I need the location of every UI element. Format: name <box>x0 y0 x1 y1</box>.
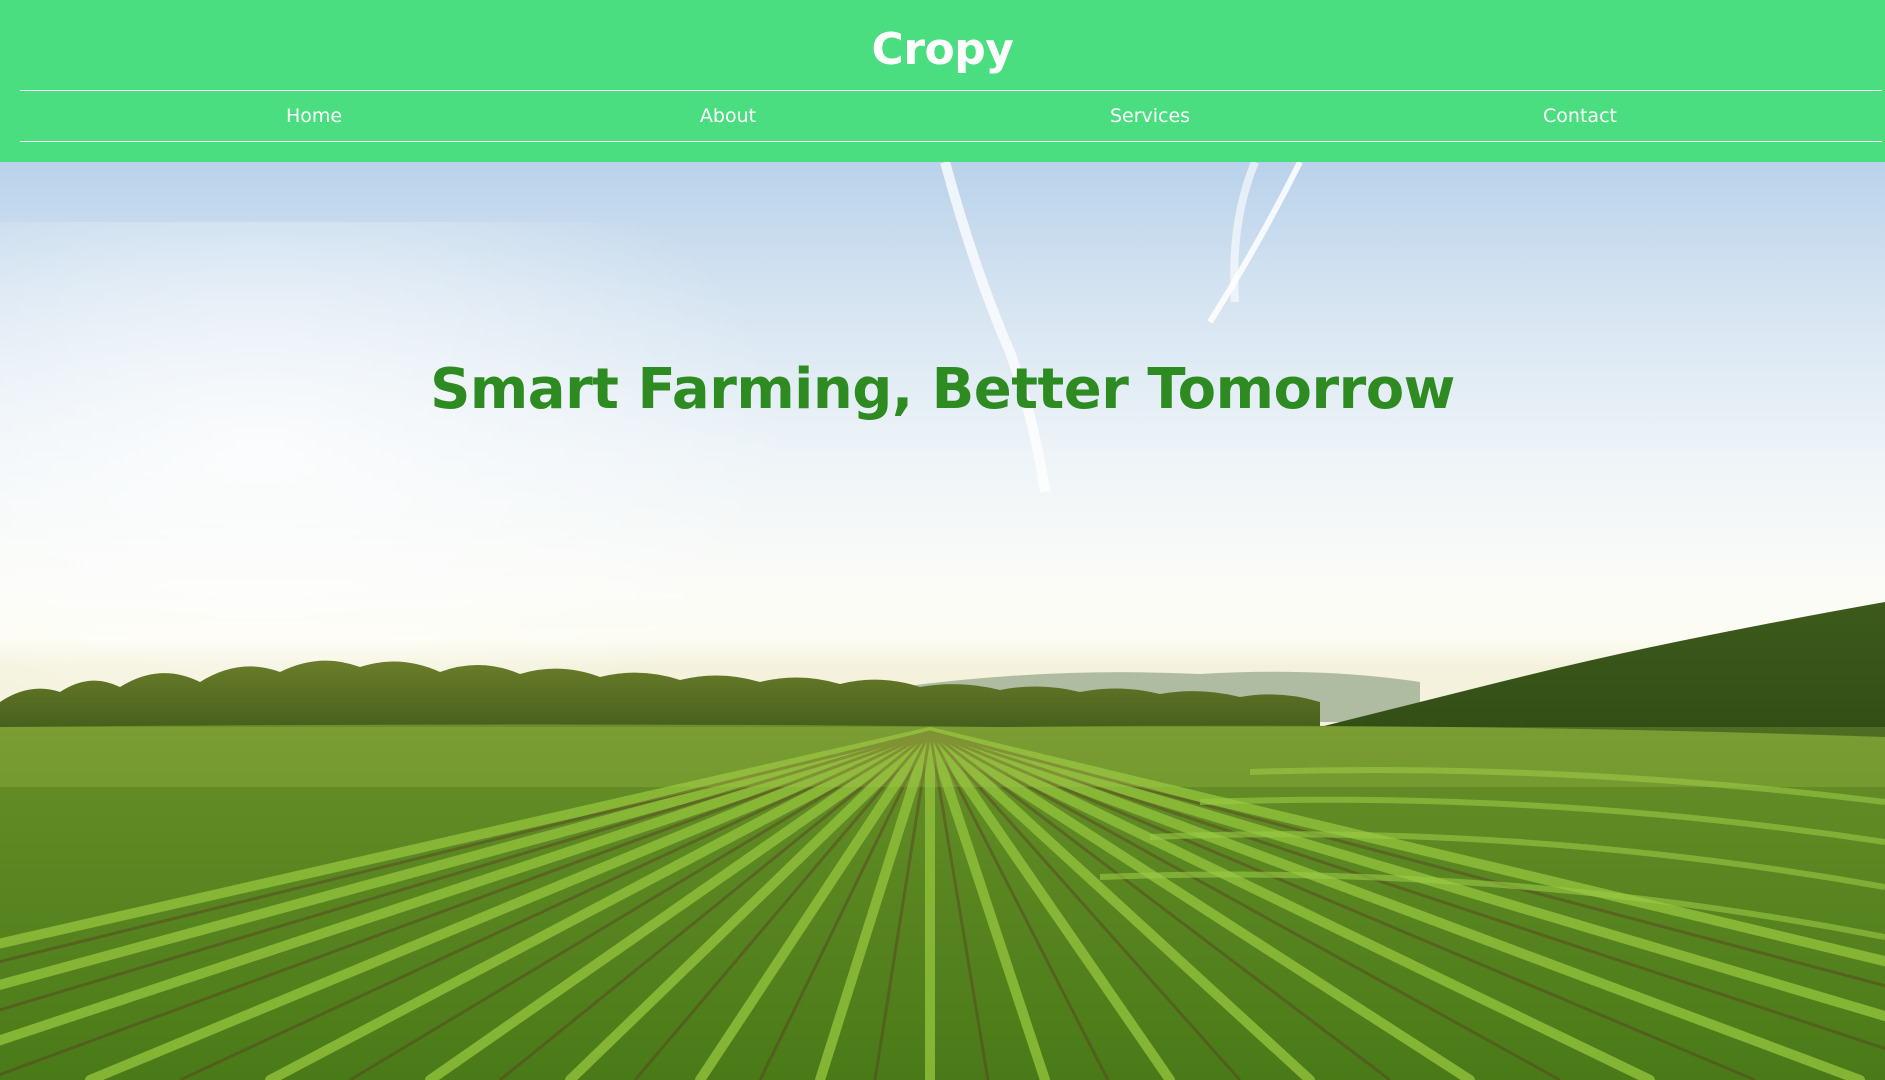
field-highlight <box>0 727 1885 787</box>
hero-headline: Smart Farming, Better Tomorrow <box>430 356 1455 422</box>
site-header: Cropy Home About Services Contact <box>0 0 1885 162</box>
hero-image <box>0 162 1885 1080</box>
brand-logo[interactable]: Cropy <box>0 20 1885 80</box>
main-nav: Home About Services Contact <box>20 90 1882 142</box>
contrail <box>1230 162 1259 303</box>
contrail <box>1207 162 1303 324</box>
hero-section: Smart Farming, Better Tomorrow <box>0 162 1885 1080</box>
nav-home-link[interactable]: Home <box>286 91 342 141</box>
nav-services-link[interactable]: Services <box>1110 91 1190 141</box>
contrail <box>940 162 1050 493</box>
nav-contact-link[interactable]: Contact <box>1543 91 1617 141</box>
nav-about-link[interactable]: About <box>700 91 756 141</box>
